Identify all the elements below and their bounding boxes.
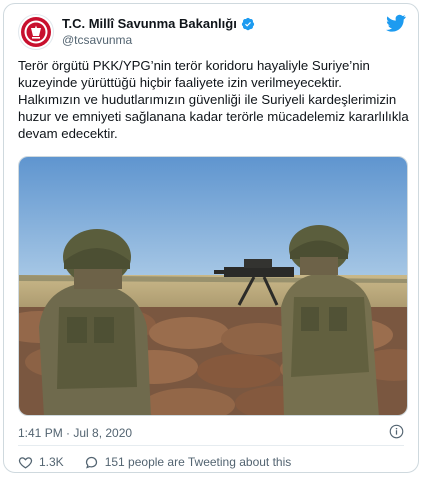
tweet-header: T.C. Millî Savunma Bakanlığı @tcsavunma bbox=[18, 14, 406, 50]
tweet-card: T.C. Millî Savunma Bakanlığı @tcsavunma … bbox=[3, 3, 419, 473]
tweet-paragraph-2: Halkımızın ve hudutlarımızın güvenliği i… bbox=[18, 92, 409, 141]
ministry-seal-icon bbox=[21, 17, 51, 47]
like-button[interactable]: 1.3K bbox=[18, 455, 64, 470]
info-icon[interactable] bbox=[389, 424, 404, 439]
tweet-paragraph-1: Terör örgütü PKK/YPG’nin terör koridoru … bbox=[18, 58, 370, 90]
tweet-photo[interactable] bbox=[18, 156, 408, 416]
account-handle[interactable]: @tcsavunma bbox=[62, 33, 132, 47]
tweet-text: Terör örgütü PKK/YPG’nin terör koridoru … bbox=[18, 57, 410, 142]
twitter-bird-icon[interactable] bbox=[386, 14, 406, 32]
tweeting-about-label: 151 people are Tweeting about this bbox=[104, 455, 292, 469]
tweeting-about-link[interactable]: 151 people are Tweeting about this bbox=[84, 455, 292, 470]
tweet-actions: 1.3K 151 people are Tweeting about this bbox=[18, 453, 311, 471]
soldiers-photo bbox=[19, 157, 407, 415]
display-name[interactable]: T.C. Millî Savunma Bakanlığı bbox=[62, 16, 237, 31]
heart-icon bbox=[18, 456, 33, 469]
speech-bubble-icon bbox=[85, 456, 97, 469]
verified-badge-icon bbox=[241, 17, 254, 30]
avatar[interactable] bbox=[18, 14, 54, 50]
divider bbox=[18, 445, 404, 446]
tweet-timestamp[interactable]: 1:41 PM · Jul 8, 2020 bbox=[18, 426, 132, 440]
like-count: 1.3K bbox=[39, 455, 64, 469]
timestamp-row: 1:41 PM · Jul 8, 2020 bbox=[18, 424, 404, 440]
